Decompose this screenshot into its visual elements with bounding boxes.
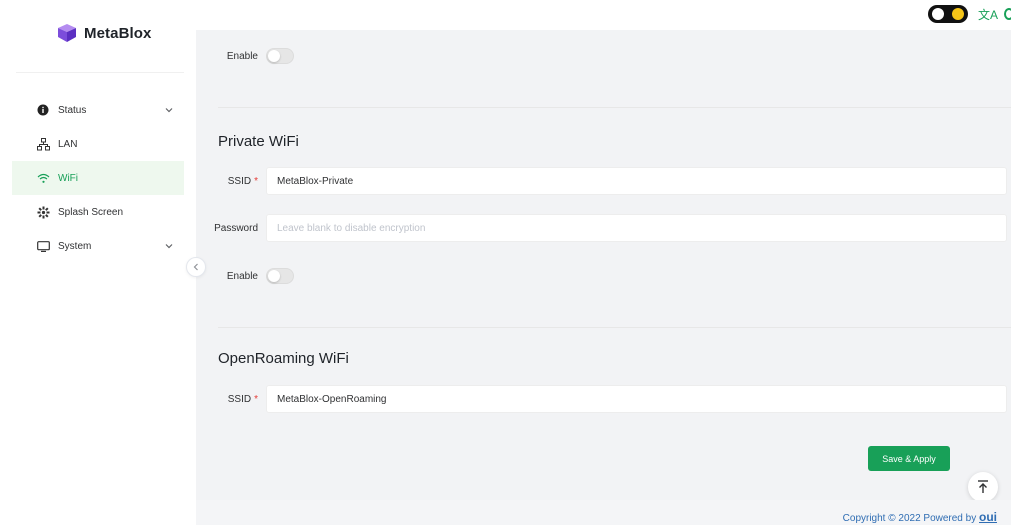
sidebar-item-label: Splash Screen xyxy=(58,206,124,218)
sidebar-item-label: Status xyxy=(58,104,87,116)
private-ssid-row: SSID * MetaBlox-Private xyxy=(196,167,1007,195)
oui-link[interactable]: oui xyxy=(979,510,997,524)
save-apply-button[interactable]: Save & Apply xyxy=(868,446,950,471)
arrow-up-icon xyxy=(978,480,988,493)
ssid-label: SSID * xyxy=(227,175,258,187)
section-divider xyxy=(218,107,1011,108)
password-label: Password xyxy=(214,222,258,234)
enable-label: Enable xyxy=(226,50,258,62)
top-header xyxy=(196,0,1011,30)
openroaming-ssid-input[interactable]: MetaBlox-OpenRoaming xyxy=(266,385,1007,413)
main-content: Enable Private WiFi SSID * MetaBlox-Priva… xyxy=(196,30,1011,500)
sidebar: MetaBlox Status LAN WiFi Splash Screen S… xyxy=(0,0,196,525)
private-wifi-title: Private WiFi xyxy=(218,133,299,150)
sidebar-item-system[interactable]: System xyxy=(12,229,184,263)
required-mark: * xyxy=(254,175,258,187)
moon-icon xyxy=(952,8,964,20)
splash-icon xyxy=(36,205,50,219)
openroaming-wifi-title: OpenRoaming WiFi xyxy=(218,350,349,367)
sidebar-item-label: System xyxy=(58,240,92,252)
section-divider xyxy=(218,327,1011,328)
info-circle-icon xyxy=(36,103,50,117)
enable-switch-1[interactable] xyxy=(266,48,294,64)
sidebar-menu: Status LAN WiFi Splash Screen System xyxy=(12,93,184,263)
password-row: Password Leave blank to disable encrypti… xyxy=(196,214,1007,242)
metablox-logo-icon xyxy=(58,24,76,42)
sidebar-item-lan[interactable]: LAN xyxy=(12,127,184,161)
wifi-icon xyxy=(36,171,50,185)
theme-toggle[interactable] xyxy=(928,5,968,23)
monitor-icon xyxy=(36,239,50,253)
sidebar-item-status[interactable]: Status xyxy=(12,93,184,127)
back-to-top-button[interactable] xyxy=(968,472,998,502)
chevron-down-icon xyxy=(165,244,173,249)
sidebar-item-splash-screen[interactable]: Splash Screen xyxy=(12,195,184,229)
openroaming-ssid-row: SSID * MetaBlox-OpenRoaming xyxy=(196,385,1007,413)
sidebar-item-label: WiFi xyxy=(58,172,78,184)
enable-row-1: Enable xyxy=(196,48,294,64)
ssid-label: SSID * xyxy=(227,393,258,405)
chevron-down-icon xyxy=(165,108,173,113)
logo[interactable]: MetaBlox xyxy=(56,22,151,44)
private-ssid-input[interactable]: MetaBlox-Private xyxy=(266,167,1007,195)
help-icon[interactable] xyxy=(1004,8,1011,20)
sidebar-divider xyxy=(16,72,184,73)
enable-label: Enable xyxy=(226,270,258,282)
logo-text: MetaBlox xyxy=(84,24,152,42)
sidebar-item-label: LAN xyxy=(58,138,78,150)
network-icon xyxy=(36,137,50,151)
enable-switch-2[interactable] xyxy=(266,268,294,284)
sidebar-item-wifi[interactable]: WiFi xyxy=(12,161,184,195)
enable-row-2: Enable xyxy=(196,268,294,284)
footer: Copyright © 2022 Powered by oui xyxy=(196,500,1011,525)
required-mark: * xyxy=(254,393,258,405)
copyright-text: Copyright © 2022 Powered by oui xyxy=(842,510,997,524)
toggle-knob xyxy=(932,8,944,20)
translate-icon[interactable]: 文A xyxy=(978,6,998,23)
password-input[interactable]: Leave blank to disable encryption xyxy=(266,214,1007,242)
